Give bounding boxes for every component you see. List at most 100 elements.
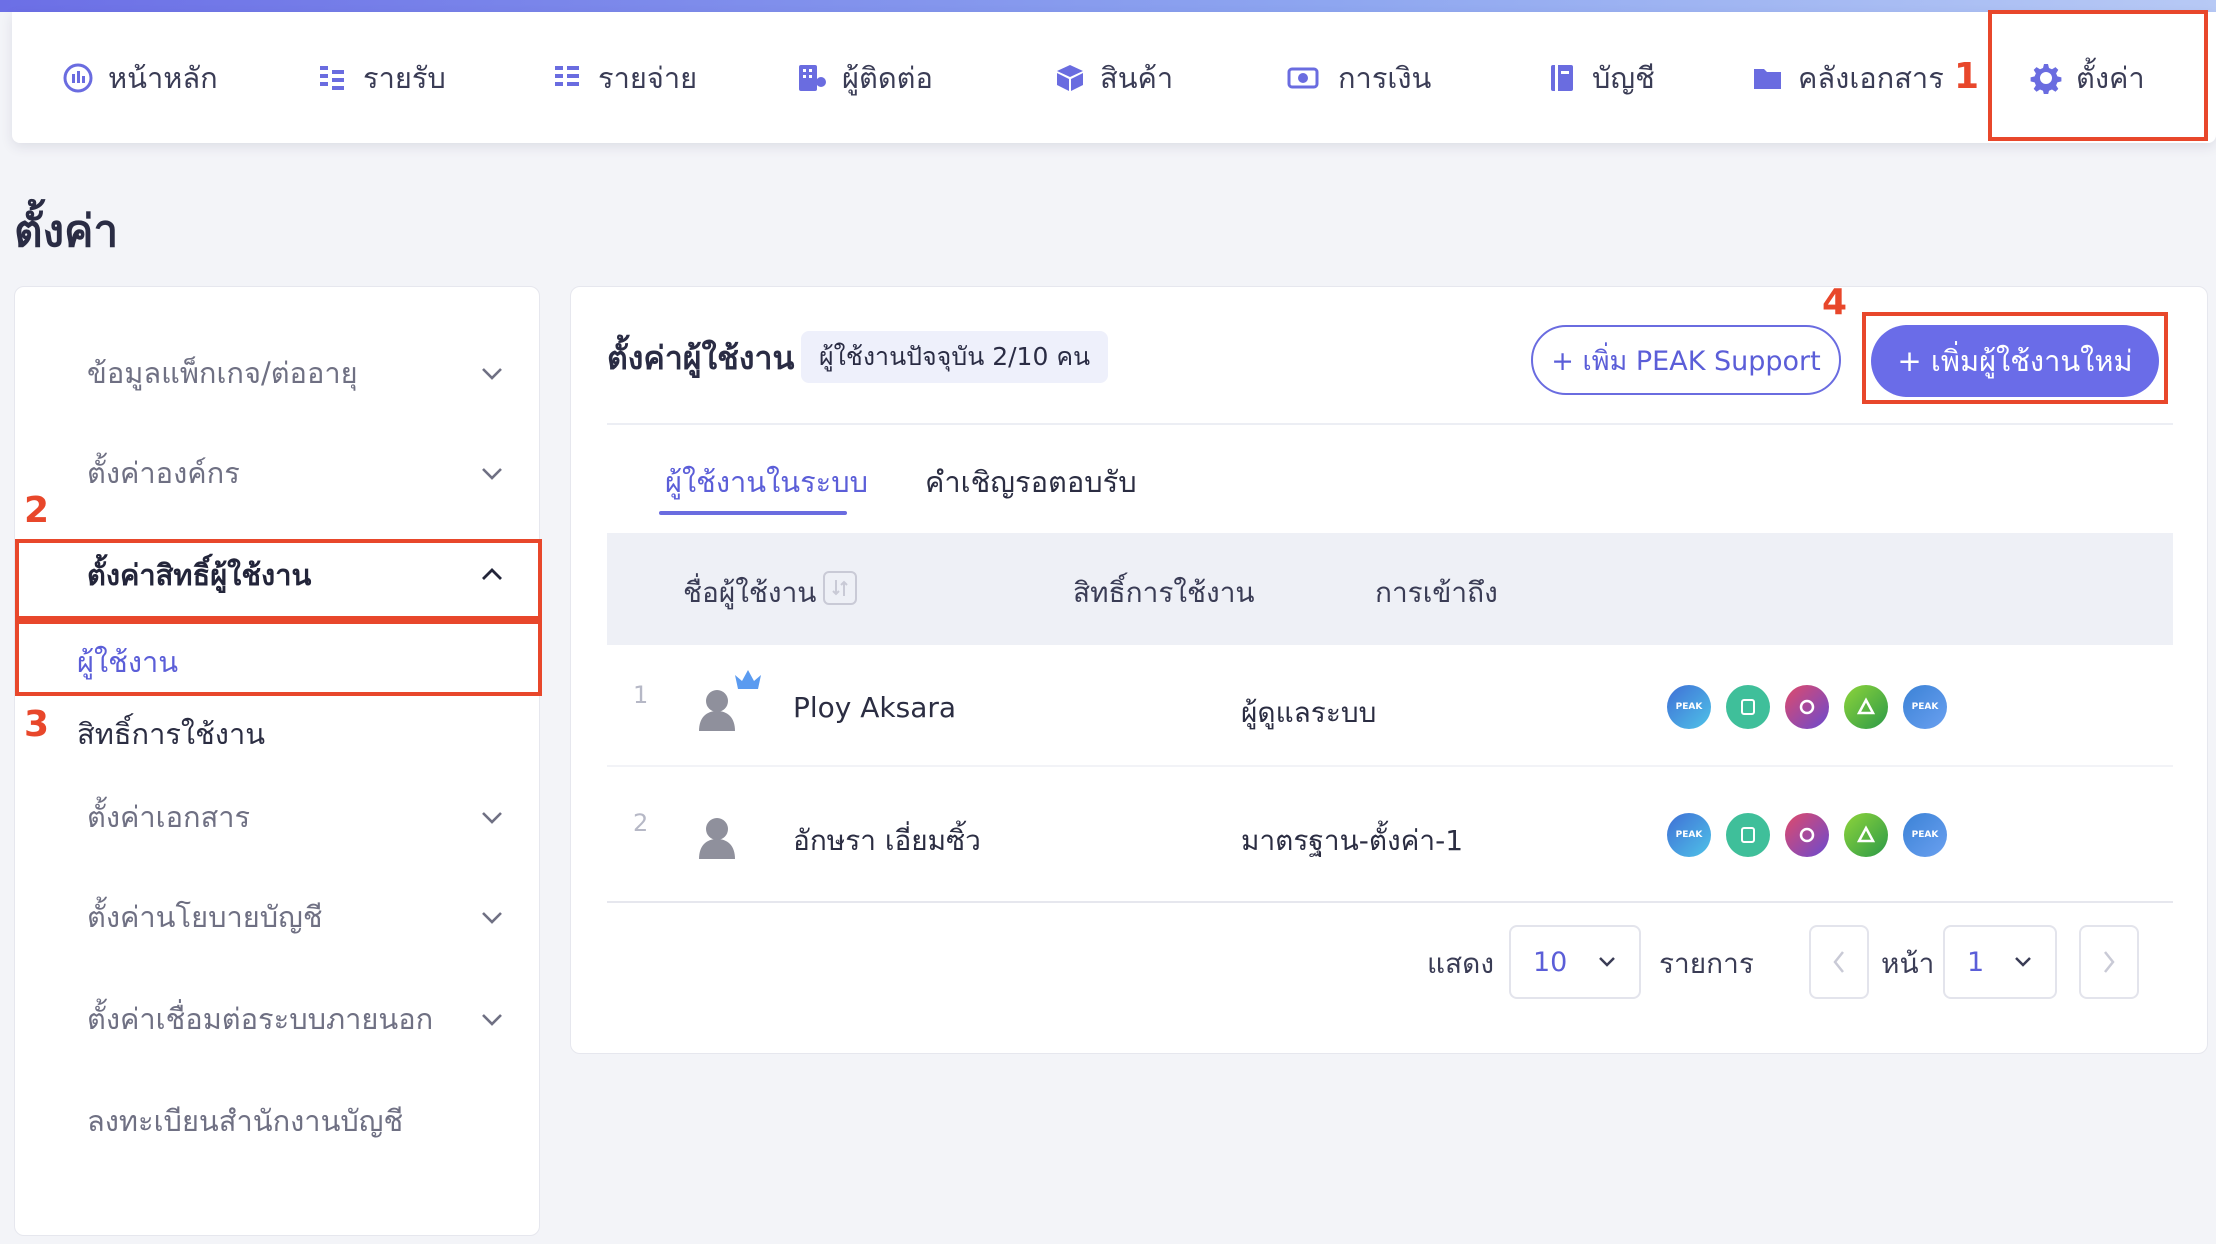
- user-role: ผู้ดูแลระบบ: [1241, 696, 1377, 729]
- nav-item-expense[interactable]: รายจ่าย: [552, 12, 697, 143]
- sidebar-item-label: ตั้งค่าสิทธิ์ผู้ใช้งาน: [87, 558, 312, 592]
- chevron-down-icon: [1599, 957, 1615, 967]
- sidebar-subitem-permissions[interactable]: สิทธิ์การใช้งาน: [77, 711, 265, 757]
- peak-tax-app-icon: PEAK: [1903, 685, 1947, 729]
- page-number-value: 1: [1967, 946, 1985, 978]
- settings-sidebar: ข้อมูลแพ็กเกจ/ต่ออายุ ตั้งค่าองค์กร ตั้ง…: [14, 286, 540, 1236]
- section-title: ตั้งค่าผู้ใช้งาน: [607, 339, 795, 377]
- chevron-left-icon: [1833, 951, 1844, 973]
- column-header-name: ชื่อผู้ใช้งาน: [683, 576, 817, 609]
- sidebar-item-documents[interactable]: ตั้งค่าเอกสาร: [15, 777, 541, 857]
- tab-system-users[interactable]: ผู้ใช้งานในระบบ: [665, 459, 868, 505]
- nav-item-finance[interactable]: การเงิน: [1282, 12, 1431, 143]
- sidebar-item-label: ตั้งค่านโยบายบัญชี: [87, 900, 323, 934]
- nav-item-label: ตั้งค่า: [2076, 60, 2145, 95]
- nav-item-label: บัญชี: [1592, 60, 1655, 95]
- add-peak-support-button[interactable]: + เพิ่ม PEAK Support: [1531, 325, 1841, 395]
- dashboard-icon: [63, 63, 93, 92]
- annotation-number-1: 1: [1954, 56, 1980, 97]
- row-number: 2: [633, 809, 649, 837]
- nav-item-documents[interactable]: คลังเอกสาร: [1752, 12, 1944, 143]
- user-settings-panel: ตั้งค่าผู้ใช้งาน ผู้ใช้งานปัจจุบัน 2/10 …: [570, 286, 2208, 1054]
- user-role: มาตรฐาน-ตั้งค่า-1: [1241, 824, 1464, 857]
- table-row[interactable]: 1 Ploy Aksara ผู้ดูแลระบบ PEAK PEAK: [607, 645, 2173, 773]
- nav-item-label: ผู้ติดต่อ: [842, 60, 933, 95]
- chevron-down-icon: [482, 1014, 502, 1026]
- chevron-up-icon: [482, 568, 502, 580]
- chevron-right-icon: [2104, 951, 2115, 973]
- money-icon: [1287, 67, 1319, 88]
- table-bottom-divider: [607, 901, 2173, 903]
- access-apps: PEAK PEAK: [1667, 685, 1947, 729]
- sidebar-item-accounting-policy[interactable]: ตั้งค่านโยบายบัญชี: [15, 877, 541, 957]
- next-page-button[interactable]: [2079, 925, 2139, 999]
- gear-icon: [2030, 63, 2062, 94]
- sidebar-item-integrations[interactable]: ตั้งค่าเชื่อมต่อระบบภายนอก: [15, 979, 541, 1059]
- header-divider: [607, 423, 2173, 425]
- column-header-role: สิทธิ์การใช้งาน: [1073, 576, 1255, 609]
- access-apps: PEAK PEAK: [1667, 813, 1947, 857]
- table-header: ชื่อผู้ใช้งาน สิทธิ์การใช้งาน การเข้าถึง: [607, 533, 2173, 645]
- user-name: Ploy Aksara: [793, 691, 957, 724]
- chevron-down-icon: [2015, 957, 2031, 967]
- expense-icon: [555, 65, 579, 86]
- page-size-select[interactable]: 10: [1509, 925, 1641, 999]
- pager-items-label: รายการ: [1659, 947, 1754, 980]
- user-count-badge: ผู้ใช้งานปัจจุบัน 2/10 คน: [801, 331, 1109, 383]
- swirl-app-icon: [1785, 813, 1829, 857]
- sort-icon[interactable]: [823, 571, 857, 605]
- tab-pending-invitations[interactable]: คำเชิญรอตอบรับ: [925, 459, 1137, 505]
- pager-show-label: แสดง: [1427, 947, 1494, 980]
- peak-app-icon: PEAK: [1667, 813, 1711, 857]
- page-title: ตั้งค่า: [14, 206, 119, 257]
- sidebar-subitem-users[interactable]: ผู้ใช้งาน: [77, 639, 178, 685]
- nav-item-products[interactable]: สินค้า: [1054, 12, 1173, 143]
- nav-item-settings[interactable]: ตั้งค่า: [2030, 12, 2145, 143]
- avatar: [699, 818, 735, 859]
- chevron-down-icon: [482, 468, 502, 480]
- income-icon: [320, 65, 344, 90]
- chevron-down-icon: [482, 812, 502, 824]
- triangle-app-icon: [1844, 685, 1888, 729]
- sidebar-item-label: ข้อมูลแพ็กเกจ/ต่ออายุ: [87, 356, 358, 390]
- peak-app-icon: PEAK: [1667, 685, 1711, 729]
- add-new-user-button[interactable]: + เพิ่มผู้ใช้งานใหม่: [1871, 325, 2159, 397]
- row-divider: [607, 765, 2173, 767]
- sidebar-item-register-firm[interactable]: ลงทะเบียนสำนักงานบัญชี: [15, 1081, 541, 1161]
- nav-item-home[interactable]: หน้าหลัก: [62, 12, 218, 143]
- product-box-icon: [1057, 64, 1083, 91]
- prev-page-button[interactable]: [1809, 925, 1869, 999]
- nav-item-label: คลังเอกสาร: [1798, 60, 1944, 95]
- top-accent-strip: [0, 0, 2216, 12]
- annotation-number-4: 4: [1822, 282, 1848, 323]
- column-header-access: การเข้าถึง: [1375, 576, 1498, 609]
- page-number-select[interactable]: 1: [1943, 925, 2057, 999]
- chevron-down-icon: [482, 912, 502, 924]
- row-number: 1: [633, 681, 649, 709]
- triangle-app-icon: [1844, 813, 1888, 857]
- sidebar-item-label: ตั้งค่าเชื่อมต่อระบบภายนอก: [87, 1002, 434, 1036]
- folder-icon: [1754, 68, 1781, 89]
- table-row[interactable]: 2 อักษรา เอี่ยมซิ้ว มาตรฐาน-ตั้งค่า-1 PE…: [607, 773, 2173, 901]
- nav-item-contacts[interactable]: ผู้ติดต่อ: [796, 12, 933, 143]
- sidebar-item-user-permissions[interactable]: ตั้งค่าสิทธิ์ผู้ใช้งาน: [15, 535, 541, 615]
- pager-page-label: หน้า: [1881, 947, 1935, 980]
- user-name: อักษรา เอี่ยมซิ้ว: [793, 824, 981, 857]
- ledger-book-icon: [1551, 64, 1573, 91]
- nav-item-label: สินค้า: [1100, 60, 1174, 95]
- nav-item-income[interactable]: รายรับ: [317, 12, 446, 143]
- annotation-number-2: 2: [24, 490, 50, 531]
- nav-item-label: รายรับ: [363, 60, 446, 95]
- receipt-app-icon: [1726, 813, 1770, 857]
- sidebar-item-package[interactable]: ข้อมูลแพ็กเกจ/ต่ออายุ: [15, 333, 541, 413]
- sidebar-item-label: ลงทะเบียนสำนักงานบัญชี: [87, 1104, 404, 1138]
- main-navbar: หน้าหลัก รายรับ รายจ่าย ผู้ติดต่อ สินค้า…: [12, 12, 2216, 143]
- active-tab-indicator: [659, 511, 847, 515]
- annotation-number-3: 3: [24, 704, 50, 745]
- swirl-app-icon: [1785, 685, 1829, 729]
- nav-item-label: การเงิน: [1338, 60, 1432, 95]
- sidebar-item-organization[interactable]: ตั้งค่าองค์กร: [15, 433, 541, 513]
- nav-item-accounting[interactable]: บัญชี: [1546, 12, 1655, 143]
- sidebar-item-label: ตั้งค่าเอกสาร: [87, 800, 251, 834]
- sidebar-item-label: ตั้งค่าองค์กร: [87, 456, 240, 490]
